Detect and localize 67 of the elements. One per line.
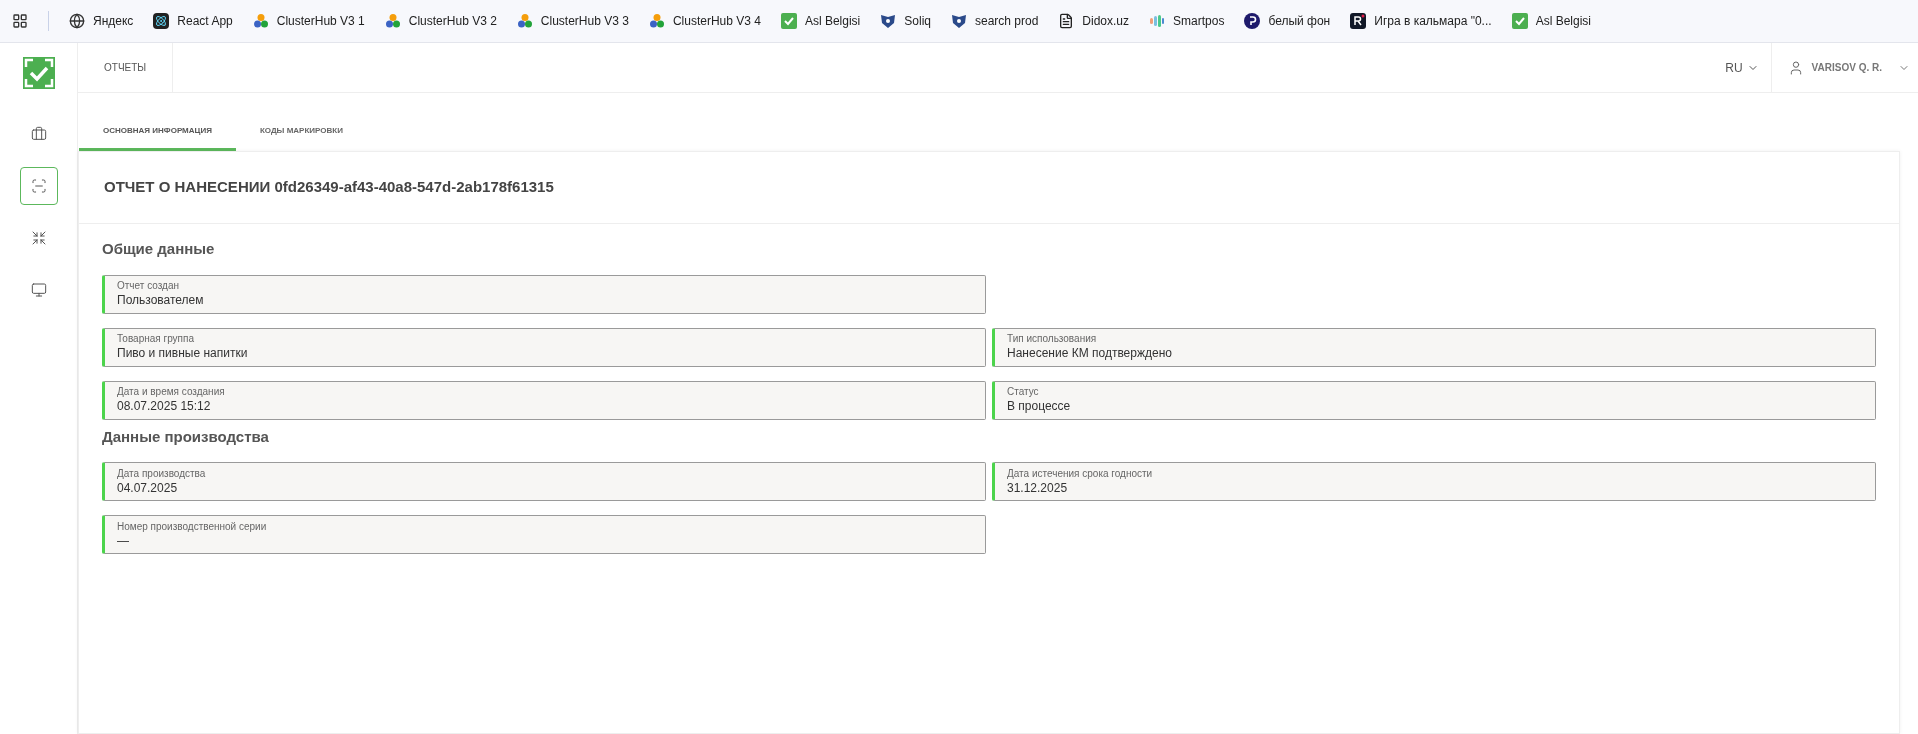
bookmark-link[interactable]: React App xyxy=(153,12,233,30)
bookmark-link[interactable]: Игра в кальмара "0... xyxy=(1350,12,1492,30)
hexagons-icon xyxy=(252,13,269,29)
field-label: Статус xyxy=(1007,386,1040,398)
bookmark-link[interactable]: ClusterHub V3 4 xyxy=(648,12,761,30)
field-value: 04.07.2025 xyxy=(117,479,179,496)
field-value: 08.07.2025 15:12 xyxy=(117,398,212,414)
field-value: Пользователем xyxy=(117,292,205,308)
shrink-icon xyxy=(30,230,47,246)
read-only-field[interactable]: Тип использования Нанесение КМ подтверждено xyxy=(992,327,1876,367)
shield-icon xyxy=(880,13,897,29)
read-only-field[interactable]: Дата истечения срока годности 31.12.2025 xyxy=(992,462,1876,501)
sidebar-button[interactable] xyxy=(19,167,58,205)
read-only-field[interactable]: Статус В процессе xyxy=(992,380,1876,420)
check-icon xyxy=(1511,13,1528,29)
document-icon xyxy=(1058,13,1075,29)
field-label: Дата и время создания xyxy=(117,386,226,398)
logo-icon xyxy=(22,57,55,89)
bookmark-link[interactable]: search prod xyxy=(950,12,1039,30)
read-only-field[interactable]: Отчет создан Пользователем xyxy=(102,274,986,314)
user-menu[interactable]: VARISOV Q. R. xyxy=(1771,43,1918,92)
field-label: Товарная группа xyxy=(117,333,195,345)
scan-icon xyxy=(30,178,47,194)
bookmark-link[interactable]: Soliq xyxy=(880,12,931,30)
read-only-field[interactable]: Дата производства 04.07.2025 xyxy=(102,462,986,501)
hexagons-icon xyxy=(516,13,533,29)
field-value: Нанесение КМ подтверждено xyxy=(1007,345,1173,361)
field-value: 31.12.2025 xyxy=(1007,479,1069,496)
hexagons-icon xyxy=(648,13,665,29)
field-label: Тип использования xyxy=(1007,333,1098,345)
field-value: — xyxy=(117,532,130,549)
briefcase-icon xyxy=(30,126,47,142)
section-heading: Общие данные xyxy=(102,239,216,259)
atom-icon xyxy=(153,13,170,29)
report-title: ОТЧЕТ О НАНЕСЕНИИ 0fd26349-af43-40a8-547d-2ab178f61315 xyxy=(104,177,554,198)
tab[interactable]: ОСНОВНАЯ ИНФОРМАЦИЯ xyxy=(79,113,236,151)
bookmark-link[interactable]: белый фон xyxy=(1244,12,1331,30)
field-label: Номер производственной серии xyxy=(117,520,268,533)
field-label: Дата производства xyxy=(117,467,207,480)
apps-grid-icon[interactable] xyxy=(12,13,28,29)
bookmark-link[interactable]: Asl Belgisi xyxy=(780,12,861,30)
language-selector[interactable]: RU xyxy=(1713,43,1772,92)
waves-icon xyxy=(1149,13,1166,29)
field-label: Дата истечения срока годности xyxy=(1007,467,1154,480)
hexagons-icon xyxy=(384,13,401,29)
monitor-icon xyxy=(30,282,47,298)
disc-icon xyxy=(1244,13,1261,29)
bookmark-link[interactable]: ClusterHub V3 1 xyxy=(252,12,365,30)
bookmark-link[interactable]: ClusterHub V3 3 xyxy=(516,12,629,30)
bookmark-link[interactable]: Smartpos xyxy=(1149,12,1225,30)
tab[interactable]: КОДЫ МАРКИРОВКИ xyxy=(235,113,367,151)
section-heading: Данные производства xyxy=(102,426,270,447)
bookmark-link[interactable]: ClusterHub V3 2 xyxy=(384,12,497,30)
bookmark-link[interactable]: Asl Belgisi xyxy=(1511,12,1591,30)
read-only-field[interactable]: Товарная группа Пиво и пивные напитки xyxy=(102,327,986,367)
bookmark-link[interactable]: Didox.uz xyxy=(1058,12,1130,30)
section-title: ОТЧЕТЫ xyxy=(104,61,147,75)
globe-icon xyxy=(69,13,85,29)
read-only-field[interactable]: Номер производственной серии — xyxy=(102,515,986,554)
check-icon xyxy=(780,13,797,29)
field-value: Пиво и пивные напитки xyxy=(117,345,249,361)
shield-icon xyxy=(950,13,967,29)
field-value: В процессе xyxy=(1007,398,1072,414)
field-label: Отчет создан xyxy=(117,280,180,292)
app-square-icon xyxy=(1350,13,1367,29)
bookmark-link[interactable]: Яндекс xyxy=(69,12,134,30)
read-only-field[interactable]: Дата и время создания 08.07.2025 15:12 xyxy=(102,380,986,420)
